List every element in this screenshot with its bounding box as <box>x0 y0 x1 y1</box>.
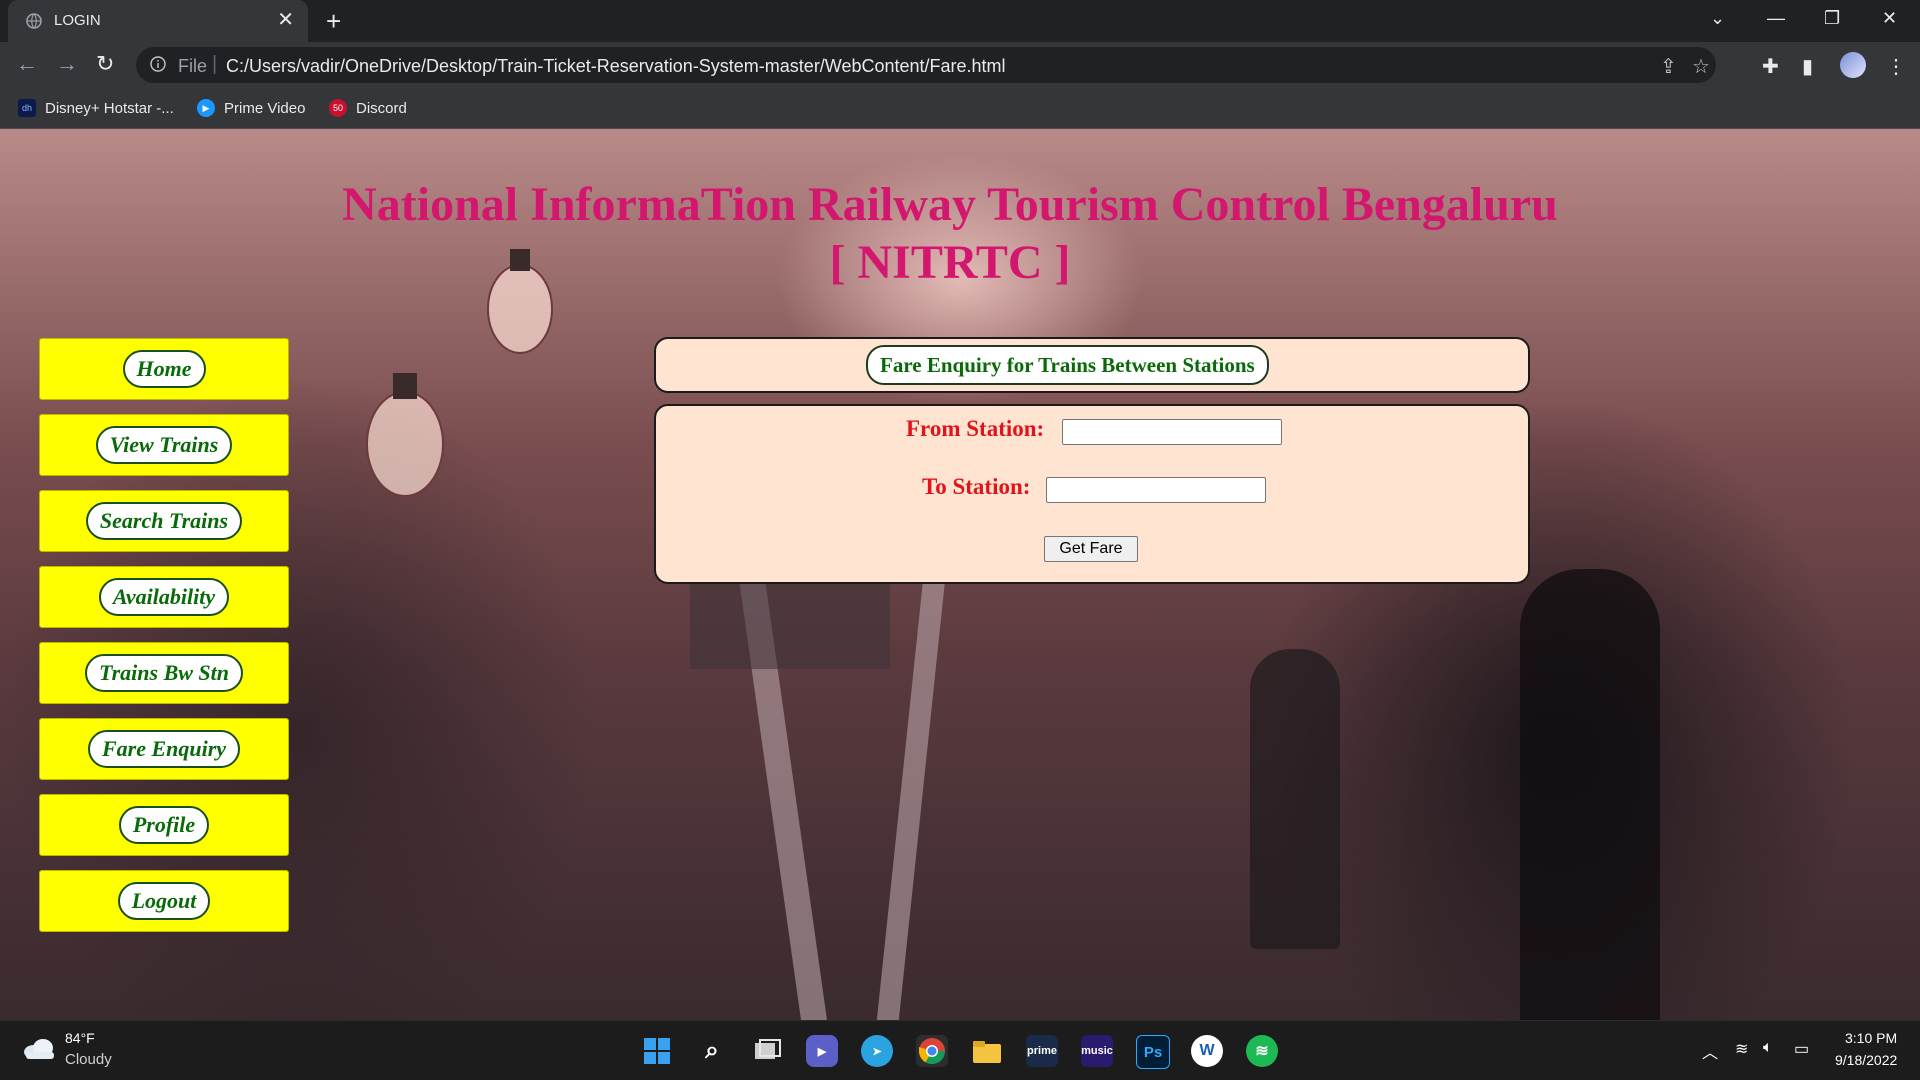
nav-label[interactable]: Trains Bw Stn <box>84 654 244 692</box>
amazon-music-icon[interactable]: music <box>1081 1035 1113 1067</box>
nav-item-home[interactable]: Home <box>39 338 289 400</box>
clock-time[interactable]: 3:10 PM <box>1845 1030 1897 1046</box>
site-title-line1: National InformaTion Railway Tourism Con… <box>342 178 1558 231</box>
weather-condition[interactable]: Cloudy <box>65 1051 112 1068</box>
bookmark-discord[interactable]: 50 Discord <box>329 97 407 119</box>
minimize-icon[interactable]: — <box>1767 8 1785 29</box>
url-scheme-label: File <box>178 56 208 76</box>
teams-chat-icon[interactable]: ▶ <box>806 1035 838 1067</box>
cloud-icon[interactable] <box>22 1038 56 1060</box>
from-station-input[interactable] <box>1062 419 1282 445</box>
nav-item-availability[interactable]: Availability <box>39 566 289 628</box>
close-tab-icon[interactable]: ✕ <box>277 9 294 31</box>
word-icon[interactable]: W <box>1191 1035 1223 1067</box>
prime-video-icon: ▶ <box>197 99 215 117</box>
bookmark-prime-video[interactable]: ▶ Prime Video <box>197 97 305 119</box>
clock-date[interactable]: 9/18/2022 <box>1835 1052 1897 1068</box>
chrome-icon[interactable] <box>916 1035 948 1067</box>
page-viewport: National InformaTion Railway Tourism Con… <box>0 129 1920 1020</box>
url-separator: | <box>212 53 218 75</box>
url-text[interactable]: C:/Users/vadir/OneDrive/Desktop/Train-Ti… <box>226 56 1006 77</box>
address-bar[interactable]: File | C:/Users/vadir/OneDrive/Desktop/T… <box>136 47 1716 83</box>
nav-item-search-trains[interactable]: Search Trains <box>39 490 289 552</box>
menu-icon[interactable]: ⋮ <box>1886 54 1906 79</box>
extensions-icon[interactable]: ✚ <box>1762 54 1779 79</box>
nav-label[interactable]: Availability <box>98 578 230 616</box>
browser-tab[interactable]: LOGIN ✕ <box>8 0 308 42</box>
side-panel-icon[interactable]: ▮ <box>1802 54 1813 79</box>
nav-label[interactable]: Home <box>122 350 206 388</box>
lightbulb-icon <box>366 373 444 497</box>
bookmark-star-icon[interactable]: ☆ <box>1692 54 1710 79</box>
discord-icon: 50 <box>329 99 347 117</box>
browser-toolbar: ← → ↻ File | C:/Users/vadir/OneDrive/Des… <box>0 42 1920 88</box>
get-fare-button[interactable]: Get Fare <box>1044 536 1138 562</box>
wifi-icon[interactable]: ≋ <box>1735 1039 1748 1059</box>
info-icon[interactable] <box>150 56 166 72</box>
window-close-icon[interactable]: ✕ <box>1882 8 1897 29</box>
bookmark-hotstar[interactable]: dh Disney+ Hotstar -... <box>18 97 174 119</box>
battery-icon[interactable]: ▭ <box>1794 1039 1809 1059</box>
nav-item-view-trains[interactable]: View Trains <box>39 414 289 476</box>
nav-label[interactable]: View Trains <box>95 426 233 464</box>
volume-icon[interactable]: 🔈︎ <box>1763 1039 1773 1057</box>
bookmark-label: Prime Video <box>224 99 306 117</box>
tab-search-icon[interactable]: ⌄ <box>1710 8 1725 29</box>
nav-label[interactable]: Fare Enquiry <box>87 730 241 768</box>
bookmark-label: Discord <box>356 99 407 117</box>
forward-icon[interactable]: → <box>56 52 78 76</box>
taskbar: 84°F Cloudy ⌕ ▶ ➤ prime music Ps W ≋ ︿ ≋… <box>0 1020 1920 1080</box>
to-station-label: To Station: <box>922 474 1031 499</box>
nav-item-logout[interactable]: Logout <box>39 870 289 932</box>
spotify-icon[interactable]: ≋ <box>1246 1035 1278 1067</box>
profile-avatar[interactable] <box>1840 52 1866 78</box>
nav-item-trains-bw-stn[interactable]: Trains Bw Stn <box>39 642 289 704</box>
reload-icon[interactable]: ↻ <box>96 52 114 76</box>
new-tab-button[interactable]: + <box>326 6 341 36</box>
page-heading: Fare Enquiry for Trains Between Stations <box>866 345 1269 385</box>
site-title: National InformaTion Railway Tourism Con… <box>300 176 1600 292</box>
file-explorer-icon[interactable] <box>971 1035 1003 1067</box>
nav-item-profile[interactable]: Profile <box>39 794 289 856</box>
tab-title: LOGIN <box>54 12 101 29</box>
search-icon[interactable]: ⌕ <box>696 1035 728 1067</box>
nav-label[interactable]: Logout <box>117 882 211 920</box>
heading-panel: Fare Enquiry for Trains Between Stations <box>654 337 1530 393</box>
from-station-label: From Station: <box>906 416 1045 441</box>
site-title-line2: [ NITRTC ] <box>829 236 1071 289</box>
weather-temperature[interactable]: 84°F <box>65 1030 95 1046</box>
browser-tab-bar: LOGIN ✕ + ⌄ — ❐ ✕ <box>0 0 1920 42</box>
share-icon[interactable]: ⇪ <box>1660 54 1677 79</box>
bookmark-label: Disney+ Hotstar -... <box>45 99 174 117</box>
nav-item-fare-enquiry[interactable]: Fare Enquiry <box>39 718 289 780</box>
task-view-icon[interactable] <box>751 1035 783 1067</box>
hotstar-icon: dh <box>18 99 36 117</box>
to-station-input[interactable] <box>1046 477 1266 503</box>
prime-video-icon[interactable]: prime <box>1026 1035 1058 1067</box>
windows-start-icon[interactable] <box>641 1035 673 1067</box>
bookmarks-bar: dh Disney+ Hotstar -... ▶ Prime Video 50… <box>0 88 1920 129</box>
nav-label[interactable]: Search Trains <box>85 502 243 540</box>
show-hidden-icons[interactable]: ︿ <box>1702 1039 1718 1063</box>
telegram-icon[interactable]: ➤ <box>861 1035 893 1067</box>
photoshop-icon[interactable]: Ps <box>1136 1035 1170 1069</box>
back-icon[interactable]: ← <box>16 52 38 76</box>
nav-label[interactable]: Profile <box>118 806 210 844</box>
globe-icon <box>26 13 42 29</box>
restore-icon[interactable]: ❐ <box>1824 8 1840 29</box>
fare-form: From Station: To Station: Get Fare <box>654 404 1530 584</box>
